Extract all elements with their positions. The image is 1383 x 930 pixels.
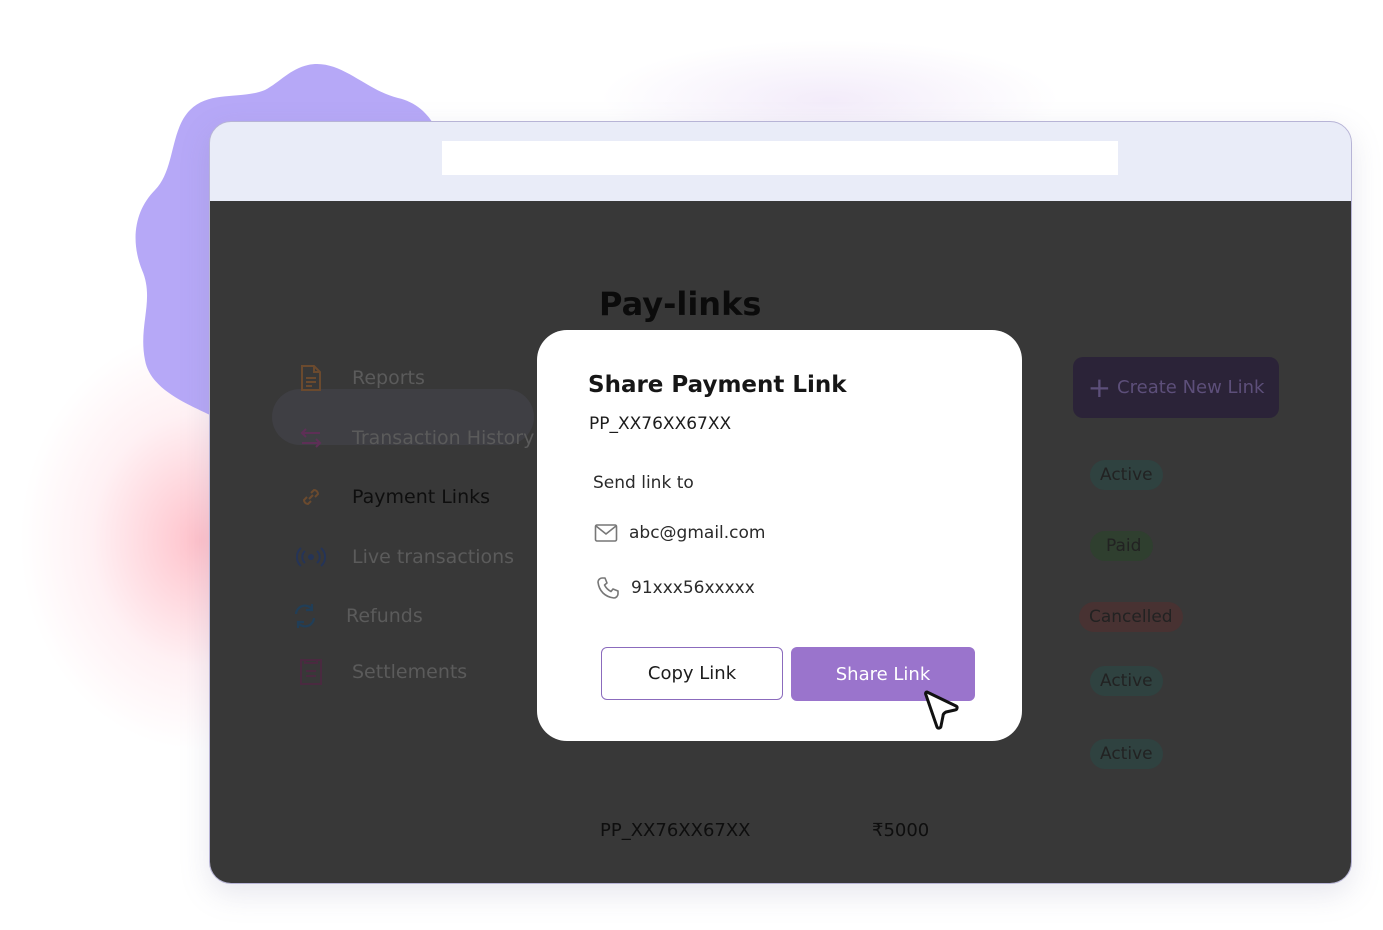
transfer-arrows-icon xyxy=(296,423,326,453)
sidebar-item-transaction-history[interactable]: Transaction History xyxy=(296,418,534,458)
status-badge: Active xyxy=(1090,666,1163,696)
refresh-icon xyxy=(290,601,320,631)
page-title: Pay-links xyxy=(599,285,762,323)
address-bar[interactable] xyxy=(442,141,1118,175)
sidebar-item-label: Payment Links xyxy=(352,486,491,508)
sidebar-item-refunds[interactable]: Refunds xyxy=(290,596,423,636)
copy-link-button[interactable]: Copy Link xyxy=(601,647,783,700)
status-badge: Cancelled xyxy=(1079,602,1183,632)
sidebar-item-label: Reports xyxy=(352,367,425,389)
plus-icon: + xyxy=(1087,370,1112,404)
report-icon xyxy=(296,363,326,393)
create-new-link-button[interactable]: + Create New Link xyxy=(1073,357,1279,418)
email-recipient[interactable]: abc@gmail.com xyxy=(593,520,765,546)
email-value: abc@gmail.com xyxy=(629,523,766,543)
sidebar-item-label: Transaction History xyxy=(352,427,535,449)
link-icon xyxy=(296,482,326,512)
mouse-pointer-icon xyxy=(924,690,959,730)
dialog-title: Share Payment Link xyxy=(588,372,847,398)
sidebar-item-label: Refunds xyxy=(346,605,423,627)
status-badge: Active xyxy=(1090,460,1163,490)
table-cell-amount: ₹5000 xyxy=(872,820,930,841)
status-badge: Active xyxy=(1090,739,1163,769)
broadcast-icon xyxy=(296,542,326,572)
sidebar-item-label: Live transactions xyxy=(352,546,515,568)
create-button-label: Create New Link xyxy=(1117,377,1265,398)
mail-icon xyxy=(593,520,619,546)
phone-icon xyxy=(595,575,621,601)
document-icon xyxy=(296,657,326,687)
sidebar-item-label: Settlements xyxy=(352,661,468,683)
phone-value: 91xxx56xxxxx xyxy=(631,578,755,598)
sidebar-item-settlements[interactable]: Settlements xyxy=(296,652,467,692)
phone-recipient[interactable]: 91xxx56xxxxx xyxy=(595,575,755,601)
sidebar-item-live-transactions[interactable]: Live transactions xyxy=(296,537,514,577)
sidebar-item-reports[interactable]: Reports xyxy=(296,358,425,398)
status-badge: Paid xyxy=(1090,531,1154,561)
table-cell-link-id: PP_XX76XX67XX xyxy=(600,820,751,841)
share-payment-link-dialog: Share Payment Link PP_XX76XX67XX Send li… xyxy=(537,330,1022,741)
payment-link-id: PP_XX76XX67XX xyxy=(589,414,732,434)
sidebar-item-payment-links[interactable]: Payment Links xyxy=(296,477,490,517)
send-link-label: Send link to xyxy=(593,473,694,493)
